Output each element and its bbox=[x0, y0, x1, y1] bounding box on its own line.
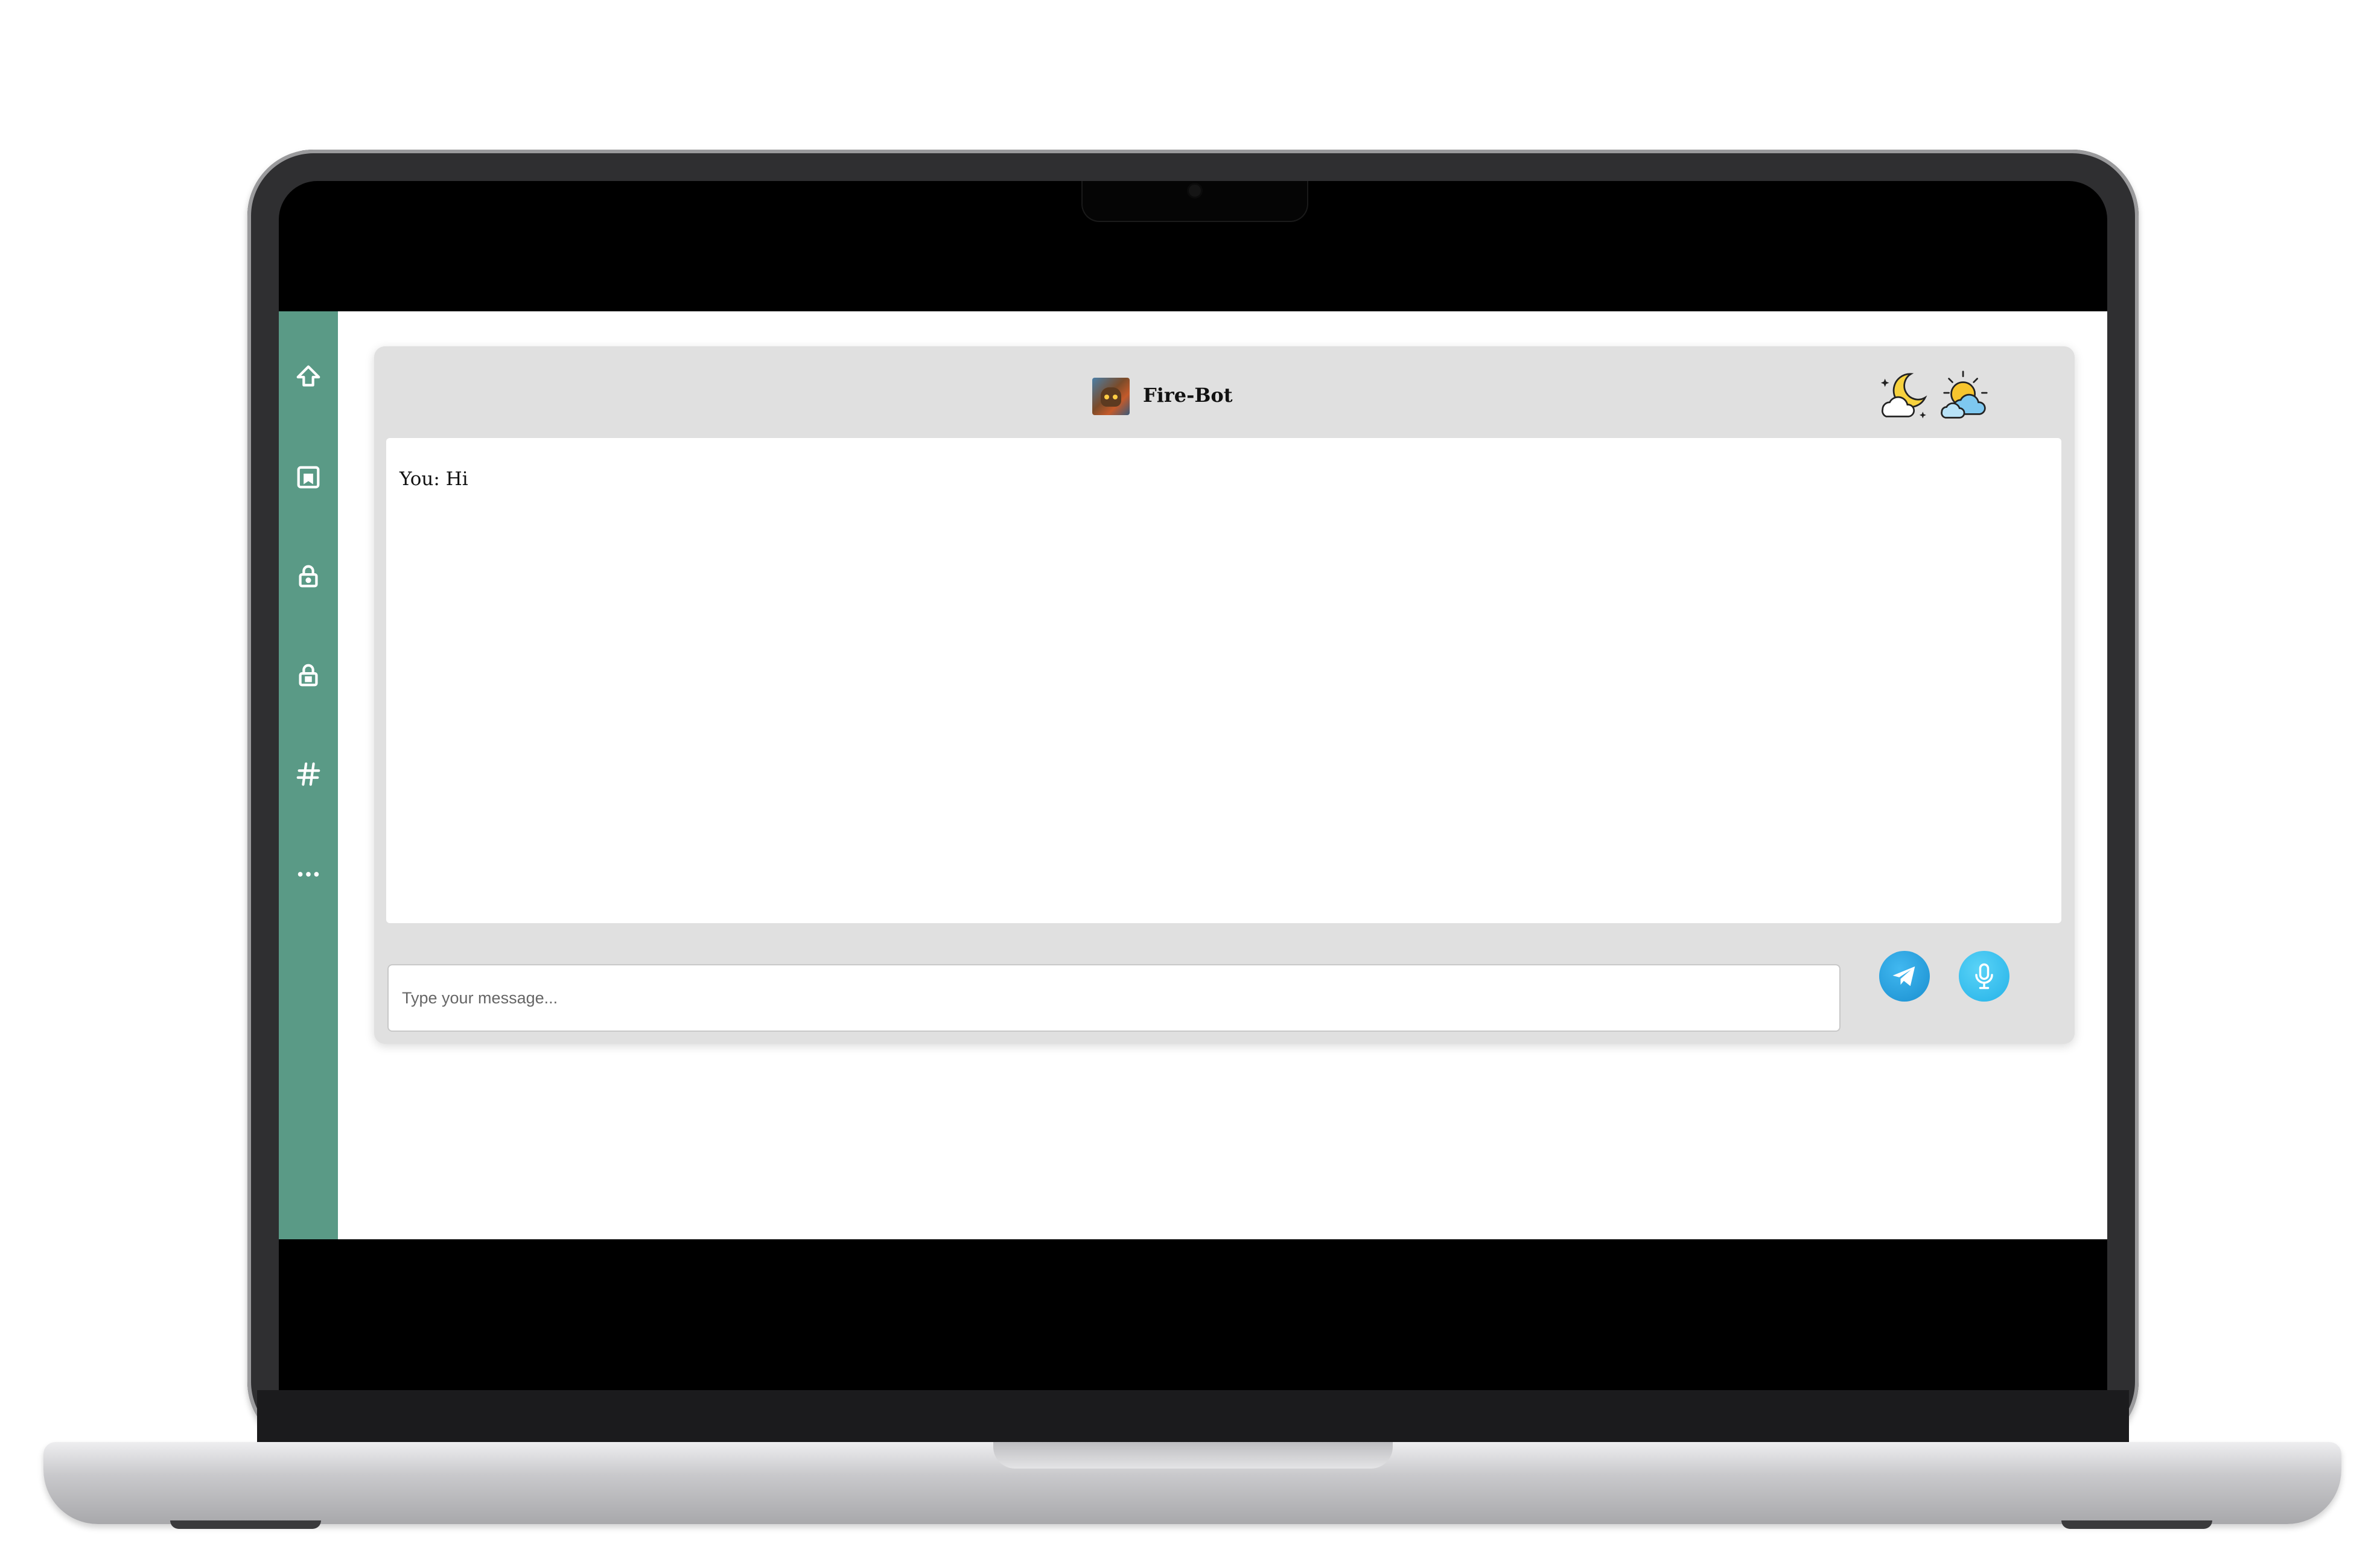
sidebar-item-upload[interactable] bbox=[294, 363, 322, 391]
bot-name: Fire-Bot bbox=[1143, 384, 1233, 407]
lock-icon bbox=[299, 565, 318, 588]
more-dots-icon bbox=[298, 872, 319, 877]
sidebar-item-hashtag[interactable] bbox=[294, 760, 322, 788]
lock-filled-icon bbox=[299, 664, 318, 687]
microphone-icon bbox=[1975, 963, 1993, 990]
sidebar bbox=[279, 311, 338, 1239]
sidebar-item-lock-filled[interactable] bbox=[294, 661, 322, 689]
lid-opening-notch bbox=[993, 1442, 1393, 1469]
message-list[interactable]: You: Hi bbox=[386, 438, 2061, 923]
sidebar-item-lock[interactable] bbox=[294, 562, 322, 590]
paper-plane-icon bbox=[1892, 966, 1915, 986]
night-cloudy-weather-icon[interactable] bbox=[1876, 367, 1932, 424]
day-cloudy-weather-icon[interactable] bbox=[1937, 367, 1994, 424]
sidebar-item-saved[interactable] bbox=[294, 463, 322, 491]
laptop-foot-left bbox=[170, 1520, 321, 1529]
upload-arrow-icon bbox=[296, 365, 320, 387]
hashtag-icon bbox=[296, 762, 320, 786]
message-item: You: Hi bbox=[399, 468, 468, 490]
message-input[interactable] bbox=[387, 964, 1841, 1032]
screen-hinge bbox=[257, 1390, 2129, 1448]
sidebar-item-more[interactable] bbox=[294, 860, 322, 888]
chat-header: Fire-Bot bbox=[374, 346, 2075, 437]
laptop-foot-right bbox=[2061, 1520, 2212, 1529]
microphone-button[interactable] bbox=[1959, 951, 2009, 1002]
chat-window: Fire-Bot You: Hi bbox=[374, 346, 2075, 1044]
app-screen: Fire-Bot You: Hi bbox=[279, 311, 2107, 1239]
bot-avatar bbox=[1092, 378, 1130, 415]
saved-note-icon bbox=[297, 466, 320, 489]
send-button[interactable] bbox=[1879, 951, 1930, 1002]
webcam bbox=[1189, 185, 1201, 197]
